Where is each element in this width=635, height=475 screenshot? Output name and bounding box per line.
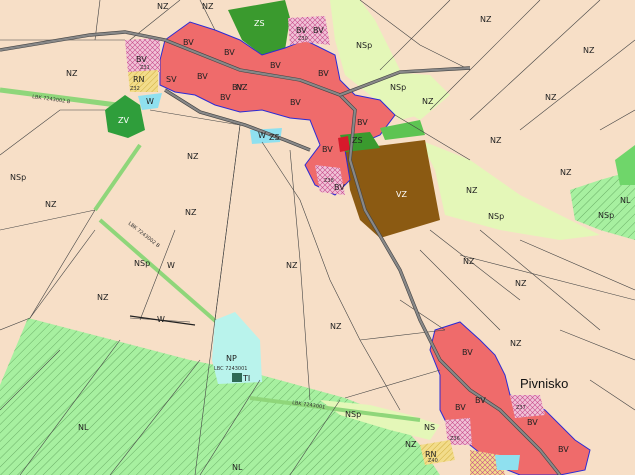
label-w-1: W: [146, 97, 154, 106]
label-nz-8: NZ: [422, 97, 434, 106]
label-bv-2: BV: [224, 48, 235, 57]
label-nz-9: NZ: [490, 136, 502, 145]
label-nsp-2: NSp: [390, 83, 406, 92]
label-rn-1: RN: [133, 75, 145, 84]
label-bv-3: BV: [270, 61, 281, 70]
label-w-3: W: [167, 261, 175, 270]
label-z40: Z40: [428, 458, 438, 464]
ti-infrastructure: [232, 373, 242, 382]
label-nz-19: NZ: [236, 83, 248, 92]
label-bv-8: BV: [197, 72, 208, 81]
label-lbc-1: LBC 7243001: [214, 366, 247, 372]
label-nsp-1: NSp: [356, 41, 372, 50]
label-nz-14: NZ: [463, 257, 475, 266]
label-zs-top: ZS: [254, 19, 265, 28]
label-sv-1: SV: [166, 75, 177, 84]
label-nz-3: NZ: [187, 152, 199, 161]
label-bv-16: BV: [475, 396, 486, 405]
label-z36: Z36: [450, 436, 460, 442]
label-ti-1: TI: [242, 374, 250, 383]
label-bv-10: BV: [220, 93, 231, 102]
label-zv-1: ZV: [118, 116, 129, 125]
label-ns-1: NS: [424, 423, 435, 432]
label-w-4: W: [157, 315, 165, 324]
label-z38: Z38: [324, 178, 334, 184]
label-nsp-4: NSp: [134, 259, 150, 268]
label-nz-17: NZ: [480, 15, 492, 24]
label-nsp-7: NSp: [345, 410, 361, 419]
label-nz-12: NZ: [515, 279, 527, 288]
label-nz-7: NZ: [330, 322, 342, 331]
label-nz-6: NZ: [286, 261, 298, 270]
label-z32: Z32: [130, 86, 140, 92]
town-name-label: Pivnisko: [520, 376, 568, 391]
label-bv-1: BV: [183, 38, 194, 47]
label-nsp-6: NSp: [598, 211, 614, 220]
label-nsp-5: NSp: [488, 212, 504, 221]
label-nz-11: NZ: [545, 93, 557, 102]
label-z30: Z30: [298, 36, 308, 42]
label-nz-1: NZ: [66, 69, 78, 78]
label-bv-13: BV: [322, 145, 333, 154]
label-nz-5: NZ: [185, 208, 197, 217]
land-use-map: NZ NZ ZS BV BV BV BV BV BV BV BV BV BV B…: [0, 0, 635, 475]
label-bv-5: BV: [313, 26, 324, 35]
label-vz-1: VZ: [396, 190, 407, 199]
label-nz-13: NZ: [510, 339, 522, 348]
label-nz-top-b: NZ: [202, 2, 214, 11]
label-w-2: W: [258, 131, 266, 140]
label-nz-16: NZ: [583, 46, 595, 55]
label-nz-2: NZ: [45, 200, 57, 209]
label-bv-17: BV: [455, 403, 466, 412]
label-nl-1: NL: [78, 423, 89, 432]
zs-red-block: [338, 136, 350, 152]
label-nz-15: NZ: [405, 440, 417, 449]
label-bv-12: BV: [357, 118, 368, 127]
label-nz-10: NZ: [466, 186, 478, 195]
label-nsp-3: NSp: [10, 173, 26, 182]
label-nz-18: NZ: [560, 168, 572, 177]
label-nz-top-a: NZ: [157, 2, 169, 11]
label-nl-2: NL: [620, 196, 631, 205]
label-zs-2: ZS: [352, 136, 363, 145]
label-bv-15: BV: [462, 348, 473, 357]
label-z31: Z31: [140, 65, 150, 71]
label-bv-19: BV: [558, 445, 569, 454]
label-bv-14: BV: [334, 183, 345, 192]
label-nl-3: NL: [232, 463, 243, 472]
label-bv-11: BV: [290, 98, 301, 107]
label-bv-4: BV: [296, 26, 307, 35]
label-np-1: NP: [226, 354, 237, 363]
label-bv-18: BV: [527, 418, 538, 427]
label-zs-3: ZS: [269, 133, 280, 142]
label-nz-4: NZ: [97, 293, 109, 302]
label-z37: Z37: [516, 405, 526, 411]
label-bv-7: BV: [136, 55, 147, 64]
water-w-south: [495, 455, 520, 470]
label-bv-6: BV: [318, 69, 329, 78]
